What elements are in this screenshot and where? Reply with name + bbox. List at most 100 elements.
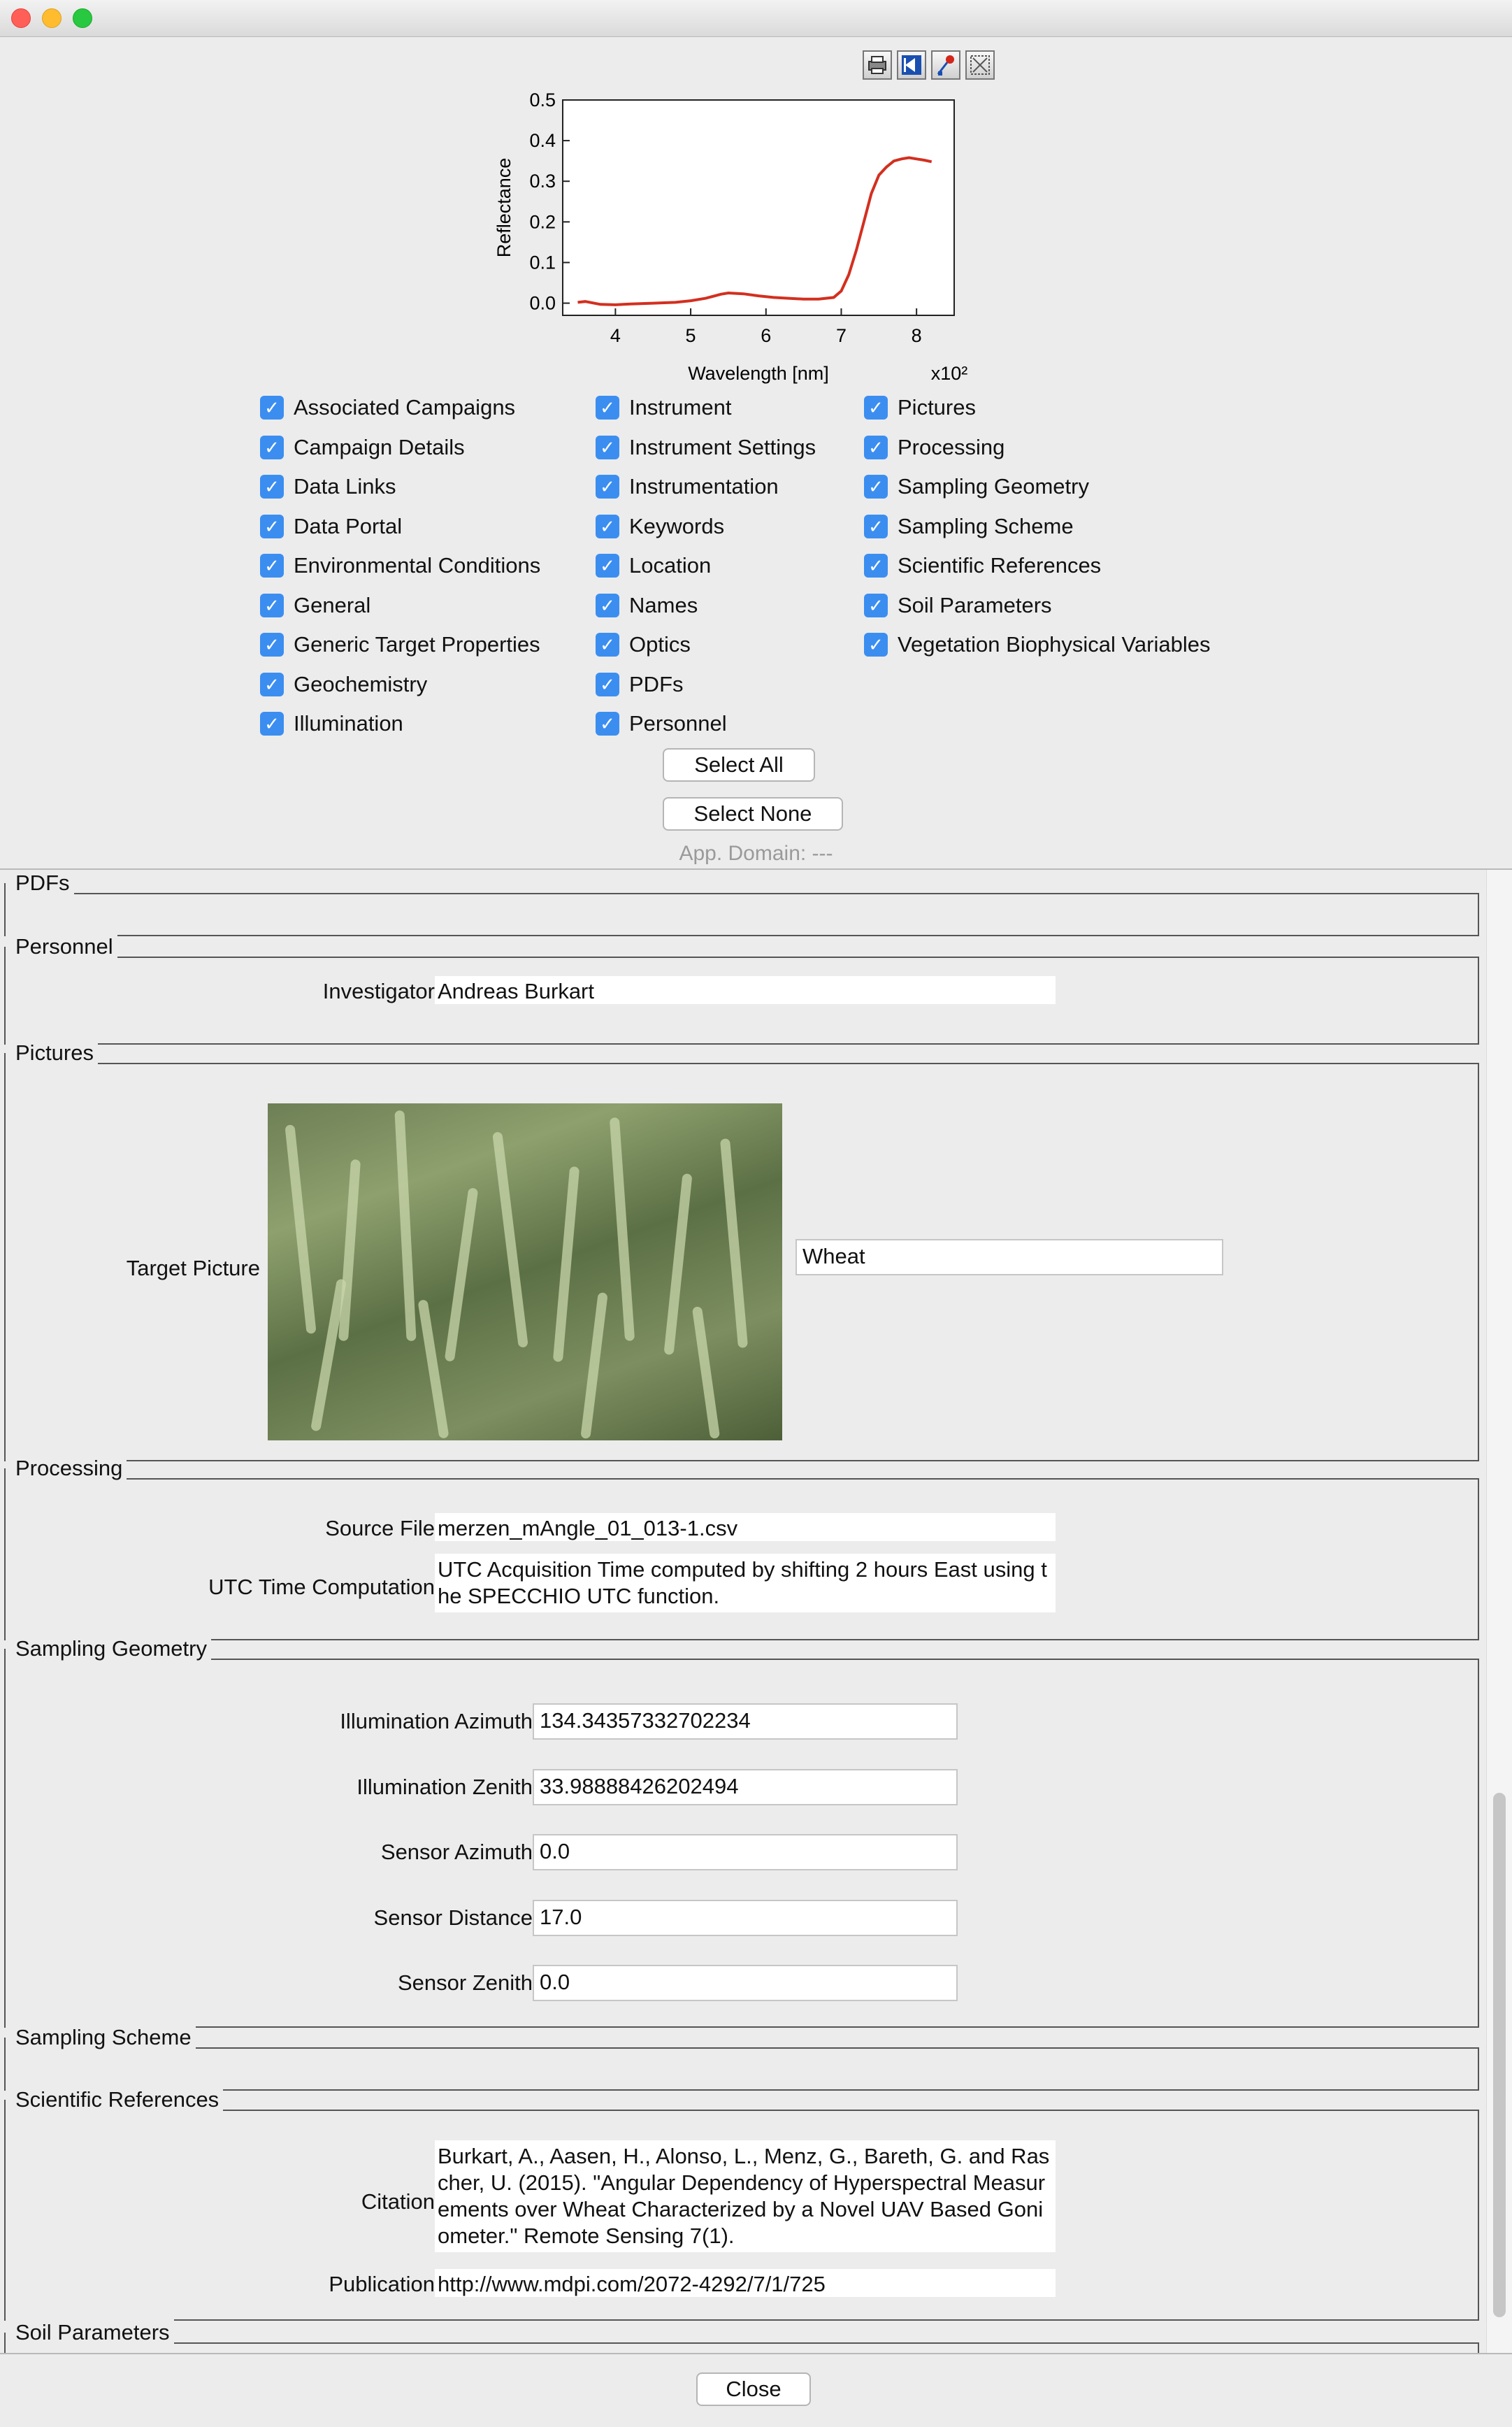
y-tick-label: 0.1 — [529, 252, 556, 273]
checkbox-label: Processing — [898, 434, 1005, 459]
checkbox-label: Personnel — [629, 711, 727, 736]
checkbox-label: Location — [629, 553, 712, 578]
checkbox-checked-icon[interactable]: ✓ — [596, 475, 619, 499]
checkbox-checked-icon[interactable]: ✓ — [864, 396, 888, 420]
checkbox-col3-6[interactable]: ✓ Vegetation Biophysical Variables — [864, 631, 1211, 659]
scrollbar-thumb[interactable] — [1493, 1793, 1506, 2317]
processing-section: Processing Source File merzen_mAngle_01_… — [3, 1454, 1479, 1640]
print-icon[interactable] — [863, 50, 892, 80]
checkbox-checked-icon[interactable]: ✓ — [596, 514, 619, 538]
metadata-scroll-panel[interactable]: PDFs Personnel Investigator Andreas Burk… — [0, 868, 1512, 2354]
checkbox-checked-icon[interactable]: ✓ — [596, 672, 619, 696]
checkbox-col1-8[interactable]: ✓ Illumination — [260, 710, 403, 738]
close-button[interactable]: Close — [696, 2372, 811, 2406]
geometry-field-value[interactable]: 0.0 — [533, 1834, 958, 1870]
checkbox-checked-icon[interactable]: ✓ — [864, 633, 888, 657]
checkbox-checked-icon[interactable]: ✓ — [260, 712, 284, 736]
checkbox-checked-icon[interactable]: ✓ — [864, 514, 888, 538]
citation-label: Citation — [361, 2189, 435, 2214]
checkbox-col3-5[interactable]: ✓ Soil Parameters — [864, 592, 1052, 620]
checkbox-col2-5[interactable]: ✓ Names — [596, 592, 698, 620]
section-title: Sampling Geometry — [4, 1635, 211, 1663]
x-tick-label: 4 — [610, 325, 621, 346]
geometry-field-label: Sensor Azimuth — [380, 1840, 533, 1864]
checkbox-label: Sampling Scheme — [898, 513, 1074, 538]
section-title: Processing — [3, 1454, 127, 1482]
section-title: Personnel — [4, 933, 117, 961]
checkbox-col1-4[interactable]: ✓ Environmental Conditions — [260, 552, 540, 580]
select-all-button[interactable]: Select All — [663, 748, 815, 782]
checkbox-col2-8[interactable]: ✓ Personnel — [596, 710, 727, 738]
close-window-icon[interactable] — [11, 8, 31, 28]
checkbox-label: Geochemistry — [294, 671, 428, 696]
checkbox-checked-icon[interactable]: ✓ — [864, 593, 888, 617]
zoom-back-icon[interactable] — [897, 50, 926, 80]
target-picture-label: Target Picture — [126, 1256, 260, 1280]
checkbox-col2-4[interactable]: ✓ Location — [596, 552, 711, 580]
y-tick-label: 0.0 — [529, 293, 556, 314]
checkbox-label: PDFs — [629, 671, 684, 696]
checkbox-col3-1[interactable]: ✓ Processing — [864, 434, 1005, 461]
checkbox-checked-icon[interactable]: ✓ — [260, 672, 284, 696]
checkbox-checked-icon[interactable]: ✓ — [260, 435, 284, 459]
checkbox-checked-icon[interactable]: ✓ — [596, 435, 619, 459]
checkbox-col2-0[interactable]: ✓ Instrument — [596, 394, 731, 422]
checkbox-checked-icon[interactable]: ✓ — [864, 554, 888, 578]
checkbox-col2-3[interactable]: ✓ Keywords — [596, 513, 724, 540]
checkbox-label: Sampling Geometry — [898, 474, 1089, 499]
checkbox-col3-4[interactable]: ✓ Scientific References — [864, 552, 1101, 580]
geometry-field-value[interactable]: 0.0 — [533, 1965, 958, 2001]
checkbox-col3-0[interactable]: ✓ Pictures — [864, 394, 976, 422]
checkbox-checked-icon[interactable]: ✓ — [864, 435, 888, 459]
checkbox-col1-0[interactable]: ✓ Associated Campaigns — [260, 394, 515, 422]
checkbox-checked-icon[interactable]: ✓ — [864, 475, 888, 499]
sampling-geometry-section: Sampling Geometry Illumination Azimuth 13… — [4, 1635, 1479, 2028]
checkbox-col1-5[interactable]: ✓ General — [260, 592, 370, 620]
checkbox-checked-icon[interactable]: ✓ — [596, 633, 619, 657]
checkbox-col1-3[interactable]: ✓ Data Portal — [260, 513, 402, 540]
geometry-field-value[interactable]: 134.34357332702234 — [533, 1703, 958, 1740]
checkbox-col1-6[interactable]: ✓ Generic Target Properties — [260, 631, 540, 659]
checkbox-checked-icon[interactable]: ✓ — [260, 514, 284, 538]
checkbox-checked-icon[interactable]: ✓ — [260, 396, 284, 420]
scientific-references-section: Scientific References Citation Burkart, … — [3, 2086, 1479, 2321]
publication-value: http://www.mdpi.com/2072-4292/7/1/725 — [435, 2269, 1056, 2297]
fit-icon[interactable] — [965, 50, 995, 80]
checkbox-label: Instrument Settings — [629, 434, 816, 459]
select-none-button[interactable]: Select None — [663, 797, 843, 831]
checkbox-checked-icon[interactable]: ✓ — [260, 593, 284, 617]
checkbox-col1-2[interactable]: ✓ Data Links — [260, 473, 396, 501]
checkbox-col2-1[interactable]: ✓ Instrument Settings — [596, 434, 816, 461]
checkbox-label: Pictures — [898, 395, 976, 420]
plot-area — [562, 99, 955, 316]
window-title-bar — [0, 0, 1512, 37]
checkbox-checked-icon[interactable]: ✓ — [260, 554, 284, 578]
checkbox-checked-icon[interactable]: ✓ — [260, 633, 284, 657]
source-file-label: Source File — [325, 1516, 435, 1540]
checkbox-col3-3[interactable]: ✓ Sampling Scheme — [864, 513, 1074, 540]
citation-value: Burkart, A., Aasen, H., Alonso, L., Menz… — [435, 2140, 1056, 2252]
soil-parameters-section: Soil Parameters — [4, 2319, 1479, 2353]
y-axis-label: Reflectance — [494, 158, 514, 258]
checkbox-label: Environmental Conditions — [294, 553, 541, 578]
checkbox-col2-7[interactable]: ✓ PDFs — [596, 671, 684, 699]
zoom-window-icon[interactable] — [73, 8, 92, 28]
geometry-field-value[interactable]: 17.0 — [533, 1899, 958, 1936]
checkbox-checked-icon[interactable]: ✓ — [596, 593, 619, 617]
checkbox-label: Scientific References — [898, 553, 1102, 578]
picture-caption-field[interactable]: Wheat — [795, 1239, 1223, 1275]
checkbox-col2-6[interactable]: ✓ Optics — [596, 631, 691, 659]
checkbox-col1-7[interactable]: ✓ Geochemistry — [260, 671, 427, 699]
checkbox-col3-2[interactable]: ✓ Sampling Geometry — [864, 473, 1089, 501]
checkbox-checked-icon[interactable]: ✓ — [260, 475, 284, 499]
checkbox-col2-2[interactable]: ✓ Instrumentation — [596, 473, 779, 501]
checkbox-checked-icon[interactable]: ✓ — [596, 396, 619, 420]
geometry-field-value[interactable]: 33.98888426202494 — [533, 1768, 958, 1805]
pin-icon[interactable] — [931, 50, 960, 80]
checkbox-checked-icon[interactable]: ✓ — [596, 554, 619, 578]
vertical-scrollbar[interactable] — [1486, 870, 1512, 2353]
checkbox-col1-1[interactable]: ✓ Campaign Details — [260, 434, 465, 461]
geometry-field-label: Illumination Zenith — [357, 1774, 533, 1799]
checkbox-checked-icon[interactable]: ✓ — [596, 712, 619, 736]
minimize-window-icon[interactable] — [42, 8, 62, 28]
